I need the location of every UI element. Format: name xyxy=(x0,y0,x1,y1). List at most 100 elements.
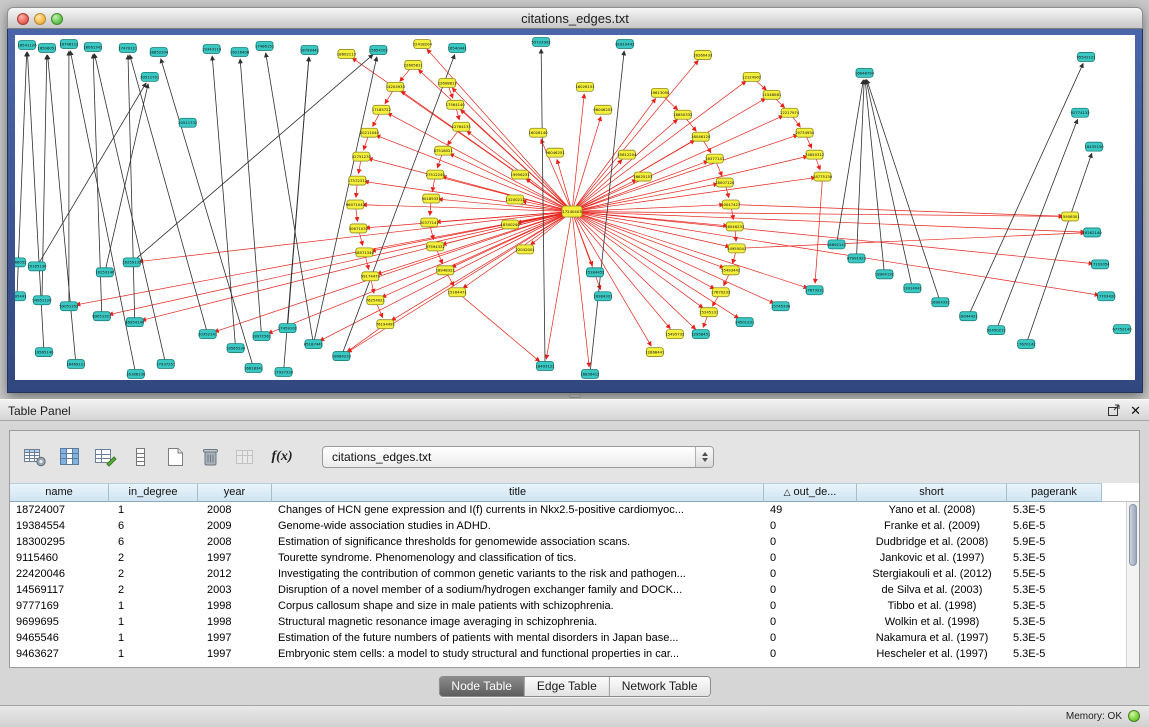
table-cell[interactable]: 1 xyxy=(109,646,198,662)
table-cell[interactable]: 2 xyxy=(109,566,198,582)
graph-node[interactable]: 16216406 xyxy=(230,47,250,56)
table-cell[interactable]: 22420046 xyxy=(10,566,109,582)
tab-edge-table[interactable]: Edge Table xyxy=(525,677,610,696)
graph-edge[interactable] xyxy=(48,55,76,364)
graph-node[interactable]: 20511732 xyxy=(178,118,198,127)
graph-node[interactable]: 16506051 xyxy=(37,43,57,52)
table-row[interactable]: 969969511998Structural magnetic resonanc… xyxy=(10,614,1139,630)
table-cell[interactable]: 2008 xyxy=(198,534,272,550)
table-cell[interactable]: 2003 xyxy=(198,582,272,598)
table-cell[interactable]: 1997 xyxy=(198,630,272,646)
table-cell[interactable]: 0 xyxy=(764,566,857,582)
graph-node[interactable]: 18995441 xyxy=(15,292,27,301)
graph-node[interactable]: 17240403 xyxy=(562,206,582,217)
table-cell[interactable]: 1997 xyxy=(198,550,272,566)
table-cell[interactable]: 0 xyxy=(764,582,857,598)
graph-edge[interactable] xyxy=(427,49,572,211)
minimize-window-button[interactable] xyxy=(34,13,46,25)
graph-node[interactable]: 22605811 xyxy=(404,60,424,69)
graph-node[interactable]: 12868441 xyxy=(645,348,665,357)
table-cell[interactable]: 9777169 xyxy=(10,598,109,614)
table-cell[interactable]: Genome-wide association studies in ADHD. xyxy=(272,518,764,534)
table-cell[interactable]: de Silva et al. (2003) xyxy=(857,582,1007,598)
citation-network-graph[interactable]: 1654112616506051167461121806134217470121… xyxy=(15,35,1135,380)
graph-node[interactable]: 15495732 xyxy=(665,330,685,339)
graph-node[interactable]: 16262140 xyxy=(1082,228,1102,237)
graph-edge[interactable] xyxy=(572,135,798,212)
graph-edge[interactable] xyxy=(37,83,146,266)
graph-edge[interactable] xyxy=(212,56,235,348)
column-header-name[interactable]: name xyxy=(10,483,109,502)
graph-edge[interactable] xyxy=(214,211,572,331)
table-cell[interactable]: 14569117 xyxy=(10,582,109,598)
graph-node[interactable]: 15184452 xyxy=(585,268,605,277)
table-cell[interactable]: 9115460 xyxy=(10,550,109,566)
graph-node[interactable]: 16026140 xyxy=(528,128,548,137)
graph-node[interactable]: 18007120 xyxy=(715,178,735,187)
table-cell[interactable]: Tibbo et al. (1998) xyxy=(857,598,1007,614)
table-scrollbar[interactable] xyxy=(1126,502,1139,667)
graph-node[interactable]: 12764133 xyxy=(452,122,472,131)
graph-node[interactable]: 30671031 xyxy=(349,224,369,233)
graph-node[interactable]: 18904132 xyxy=(875,270,895,279)
graph-node[interactable]: 17673221 xyxy=(805,286,825,295)
graph-node[interactable]: 74850312 xyxy=(805,150,825,159)
graph-edge[interactable] xyxy=(572,81,746,211)
graph-node[interactable]: 18384331 xyxy=(593,292,613,301)
float-panel-icon[interactable] xyxy=(1107,404,1121,417)
graph-node[interactable]: 96046253 xyxy=(593,105,613,114)
graph-edge[interactable] xyxy=(1026,153,1092,344)
graph-node[interactable]: 14204933 xyxy=(386,82,406,91)
graph-node[interactable]: 96046251 xyxy=(545,148,565,157)
graph-node[interactable]: 12217974 xyxy=(780,108,800,117)
show-columns-icon[interactable] xyxy=(57,445,83,469)
graph-node[interactable]: 17703420 xyxy=(1096,292,1116,301)
table-cell[interactable]: 2008 xyxy=(198,502,272,518)
graph-node[interactable]: 19565140 xyxy=(34,348,54,357)
graph-node[interactable]: 10047427 xyxy=(721,200,741,209)
graph-node[interactable]: 15654102 xyxy=(369,45,389,54)
graph-edge[interactable] xyxy=(867,80,941,303)
graph-edge[interactable] xyxy=(132,55,373,263)
table-cell[interactable]: Wolkin et al. (1998) xyxy=(857,614,1007,630)
graph-node[interactable]: 15745330 xyxy=(771,302,791,311)
graph-node[interactable]: 67752140 xyxy=(1112,325,1132,334)
table-cell[interactable]: Stergiakouli et al. (2012) xyxy=(857,566,1007,582)
graph-edge[interactable] xyxy=(837,80,864,245)
table-row[interactable]: 946362711997Embryonic stem cells: a mode… xyxy=(10,646,1139,662)
graph-node[interactable]: 19565230 xyxy=(226,344,246,353)
column-header-in-degree[interactable]: in_degree xyxy=(109,483,198,502)
graph-node[interactable]: 16541126 xyxy=(17,40,37,49)
graph-node[interactable]: 16618341 xyxy=(244,364,264,373)
graph-node[interactable]: 16377141 xyxy=(705,154,725,163)
table-row[interactable]: 1456911722003Disruption of a novel membe… xyxy=(10,582,1139,598)
network-canvas[interactable]: 1654112616506051167461121806134217470121… xyxy=(15,35,1135,380)
graph-node[interactable]: 11548081 xyxy=(762,90,782,99)
table-cell[interactable]: Structural magnetic resonance image aver… xyxy=(272,614,764,630)
table-cell[interactable]: 9465546 xyxy=(10,630,109,646)
window-titlebar[interactable]: citations_edges.txt xyxy=(7,7,1143,29)
table-cell[interactable]: 6 xyxy=(109,534,198,550)
graph-node[interactable]: 95542121 xyxy=(1076,52,1096,61)
graph-node[interactable]: 76254021 xyxy=(366,296,386,305)
table-cell[interactable]: 0 xyxy=(764,630,857,646)
graph-node[interactable]: 17185722 xyxy=(372,105,392,114)
graph-node[interactable]: 18084233 xyxy=(332,352,352,361)
graph-node[interactable]: 18469121 xyxy=(66,360,86,369)
table-cell[interactable]: 9463627 xyxy=(10,646,109,662)
table-cell[interactable]: 19384554 xyxy=(10,518,109,534)
graph-node[interactable]: 12958451 xyxy=(691,330,711,339)
graph-edge[interactable] xyxy=(27,52,44,352)
graph-node[interactable]: 17670233 xyxy=(711,288,731,297)
graph-node[interactable]: 99174472 xyxy=(361,272,381,281)
graph-edge[interactable] xyxy=(572,94,584,212)
graph-node[interactable]: 17670142 xyxy=(1017,340,1037,349)
table-cell[interactable]: 5.3E-5 xyxy=(1007,630,1102,646)
graph-node[interactable]: 55493442 xyxy=(721,266,741,275)
graph-node[interactable]: 15245131 xyxy=(699,308,719,317)
graph-node[interactable]: 19734934 xyxy=(795,128,815,137)
graph-node[interactable]: 18260433 xyxy=(693,50,713,59)
graph-node[interactable]: 18493121 xyxy=(535,362,555,371)
graph-node[interactable]: 97594332 xyxy=(426,242,446,251)
table-cell[interactable]: Hescheler et al. (1997) xyxy=(857,646,1007,662)
